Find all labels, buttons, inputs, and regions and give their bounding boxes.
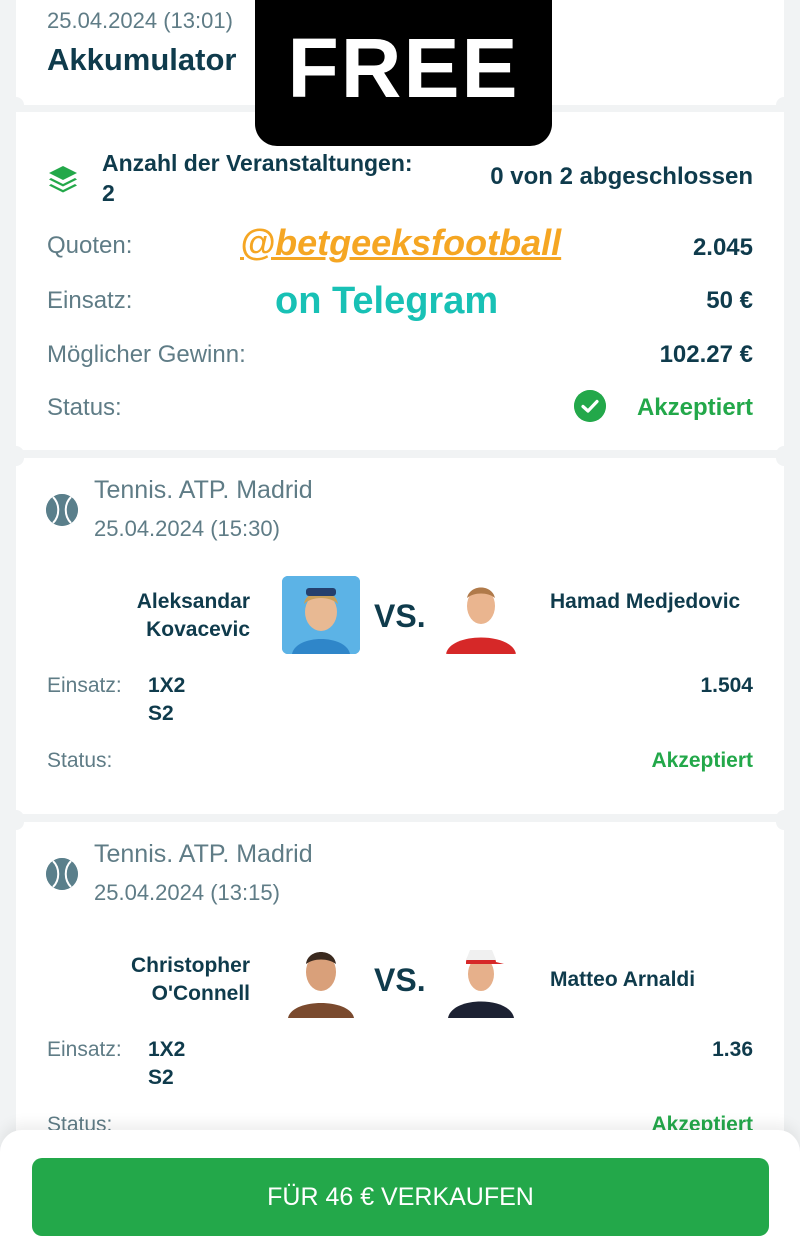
bet-odd: 1.36	[712, 1038, 753, 1061]
ticket-notch	[8, 97, 24, 113]
bet-pick: S2	[148, 1066, 174, 1089]
bet-label: Einsatz:	[47, 1038, 122, 1061]
player2-avatar	[442, 940, 520, 1018]
event-card[interactable]: Tennis. ATP. Madrid 25.04.2024 (15:30) A…	[8, 450, 792, 826]
bet-odd: 1.504	[700, 674, 753, 697]
bet-market: 1X2	[148, 1038, 186, 1061]
event-card[interactable]: Tennis. ATP. Madrid 25.04.2024 (13:15) C…	[8, 814, 792, 1152]
bet-pick: S2	[148, 702, 174, 725]
player1-name: Christopher O'Connell	[130, 954, 250, 1005]
status-value: Akzeptiert	[636, 394, 753, 421]
event-date: 25.04.2024 (15:30)	[94, 516, 280, 541]
events-count: Anzahl der Veranstaltungen: 2	[102, 148, 472, 208]
tennis-ball-icon	[46, 858, 78, 890]
potential-win-label: Möglicher Gewinn:	[47, 341, 246, 368]
player2-avatar	[442, 576, 520, 654]
ticket-notch	[8, 450, 24, 466]
sell-bet-button[interactable]: FÜR 46 € VERKAUFEN	[32, 1158, 769, 1236]
event-status-label: Status:	[47, 749, 113, 772]
free-banner: FREE	[255, 0, 552, 146]
stake-value: 50 €	[706, 287, 753, 314]
check-circle-icon	[574, 390, 606, 422]
bet-label: Einsatz:	[47, 674, 122, 697]
telegram-handle: @betgeeksfootball	[240, 222, 562, 263]
player1-avatar	[282, 576, 360, 654]
completed-count: 0 von 2 abgeschlossen	[490, 163, 753, 190]
bet-type-title: Akkumulator	[47, 42, 237, 77]
telegram-label: on Telegram	[275, 280, 499, 322]
potential-win-value: 102.27 €	[659, 341, 753, 368]
status-label: Status:	[47, 394, 122, 421]
bet-date: 25.04.2024 (13:01)	[47, 8, 233, 33]
event-league: Tennis. ATP. Madrid	[94, 476, 313, 504]
events-label: Anzahl der Veranstaltungen:	[102, 150, 413, 176]
odds-value: 2.045	[692, 234, 753, 261]
versus-label: VS.	[374, 598, 426, 634]
tennis-ball-icon	[46, 494, 78, 526]
ticket-notch	[776, 814, 792, 830]
versus-label: VS.	[374, 962, 426, 998]
stake-label: Einsatz:	[47, 287, 133, 314]
ticket-notch	[776, 97, 792, 113]
player2-name: Matteo Arnaldi	[550, 968, 696, 991]
ticket-notch	[776, 450, 792, 466]
ticket-notch	[8, 814, 24, 830]
event-date: 25.04.2024 (13:15)	[94, 880, 280, 905]
layers-icon	[49, 166, 77, 193]
bet-market: 1X2	[148, 674, 186, 697]
event-status-value: Akzeptiert	[651, 749, 753, 772]
bottom-action-sheet: FÜR 46 € VERKAUFEN	[0, 1130, 800, 1252]
player1-name: Aleksandar Kovacevic	[136, 590, 250, 641]
odds-label: Quoten:	[47, 232, 133, 259]
player2-name: Hamad Medjedovic	[550, 590, 741, 613]
events-number: 2	[102, 180, 115, 206]
event-league: Tennis. ATP. Madrid	[94, 840, 313, 868]
player1-avatar	[282, 940, 360, 1018]
bet-selection: 1X2 S2	[148, 672, 185, 728]
bet-selection: 1X2 S2	[148, 1036, 185, 1092]
